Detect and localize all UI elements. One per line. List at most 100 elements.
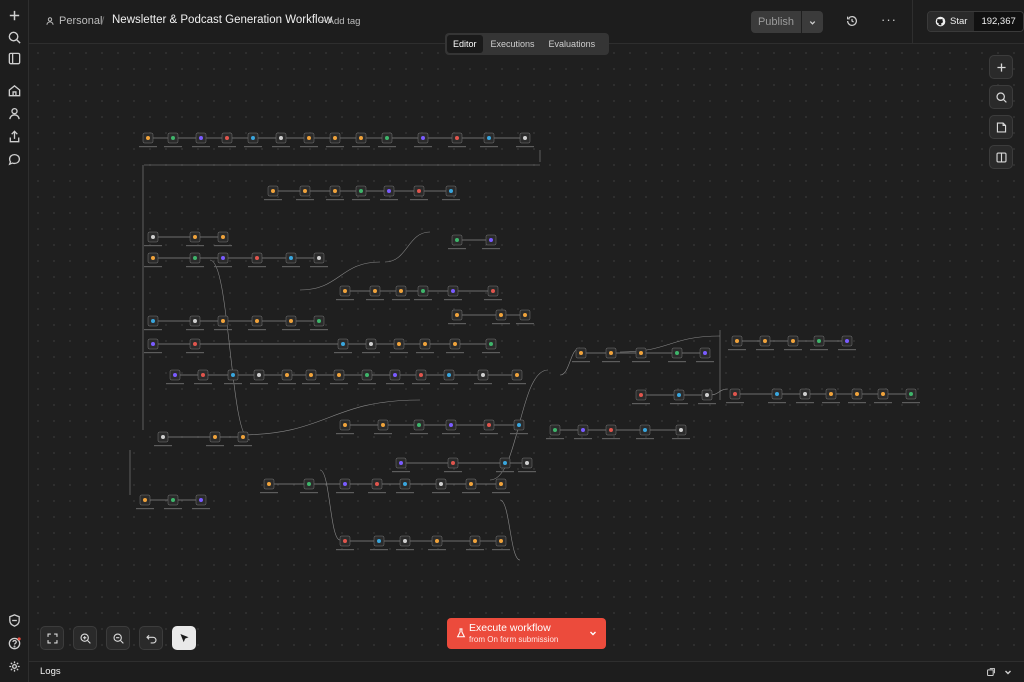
- workflow-node[interactable]: [516, 309, 534, 325]
- add-node-button[interactable]: [989, 55, 1013, 79]
- workflow-node[interactable]: [518, 457, 536, 473]
- workflow-node[interactable]: [602, 347, 620, 363]
- sticky-note-button[interactable]: [989, 115, 1013, 139]
- workflow-node[interactable]: [874, 388, 892, 404]
- workflow-node[interactable]: [668, 347, 686, 363]
- workflow-node[interactable]: [410, 185, 428, 201]
- settings-icon[interactable]: [7, 659, 22, 674]
- workflow-node[interactable]: [412, 369, 430, 385]
- workflow-node[interactable]: [474, 369, 492, 385]
- chat-icon[interactable]: [7, 152, 22, 167]
- workflow-node[interactable]: [336, 285, 354, 301]
- workflow-title[interactable]: Newsletter & Podcast Generation Workflow: [112, 14, 332, 26]
- workflow-node[interactable]: [482, 338, 500, 354]
- workflow-node[interactable]: [756, 335, 774, 351]
- workflow-node[interactable]: [392, 285, 410, 301]
- workflow-node[interactable]: [192, 132, 210, 148]
- zoom-out-button[interactable]: [106, 626, 130, 650]
- tab-editor[interactable]: Editor: [447, 35, 483, 53]
- workflow-node[interactable]: [336, 535, 354, 551]
- search-icon[interactable]: [7, 30, 22, 45]
- publish-dropdown[interactable]: [801, 11, 823, 33]
- workflow-node[interactable]: [282, 252, 300, 268]
- workflow-node[interactable]: [448, 132, 466, 148]
- workflow-node[interactable]: [480, 132, 498, 148]
- chevron-down-icon[interactable]: [588, 628, 598, 638]
- workflow-node[interactable]: [336, 419, 354, 435]
- workflow-node[interactable]: [466, 535, 484, 551]
- workflow-node[interactable]: [366, 285, 384, 301]
- fit-view-button[interactable]: [40, 626, 64, 650]
- workflow-node[interactable]: [326, 132, 344, 148]
- workflow-node[interactable]: [194, 369, 212, 385]
- workflow-node[interactable]: [166, 369, 184, 385]
- workflow-node[interactable]: [442, 185, 460, 201]
- workflow-canvas[interactable]: [30, 45, 1024, 660]
- workflow-node[interactable]: [810, 335, 828, 351]
- workflow-node[interactable]: [334, 338, 352, 354]
- workflow-node[interactable]: [442, 419, 460, 435]
- workflow-node[interactable]: [392, 457, 410, 473]
- workflow-node[interactable]: [164, 132, 182, 148]
- workflow-node[interactable]: [260, 478, 278, 494]
- workflow-node[interactable]: [378, 132, 396, 148]
- workflow-node[interactable]: [796, 388, 814, 404]
- workflow-node[interactable]: [636, 424, 654, 440]
- workflow-node[interactable]: [330, 369, 348, 385]
- workflow-node[interactable]: [310, 315, 328, 331]
- workflow-node[interactable]: [546, 424, 564, 440]
- workflow-node[interactable]: [432, 478, 450, 494]
- workflow-node[interactable]: [602, 424, 620, 440]
- zoom-in-button[interactable]: [73, 626, 97, 650]
- workflow-node[interactable]: [186, 252, 204, 268]
- workflow-node[interactable]: [492, 535, 510, 551]
- workflow-node[interactable]: [244, 132, 262, 148]
- workflow-node[interactable]: [352, 132, 370, 148]
- workflow-node[interactable]: [396, 478, 414, 494]
- workflow-node[interactable]: [414, 285, 432, 301]
- workflow-node[interactable]: [440, 369, 458, 385]
- workflow-node[interactable]: [282, 315, 300, 331]
- workflow-node[interactable]: [516, 132, 534, 148]
- workflow-node[interactable]: [698, 389, 716, 405]
- workflow-node[interactable]: [164, 494, 182, 510]
- popout-icon[interactable]: [986, 667, 996, 677]
- workflow-node[interactable]: [144, 252, 162, 268]
- workflow-node[interactable]: [492, 309, 510, 325]
- workflow-node[interactable]: [414, 132, 432, 148]
- share-icon[interactable]: [7, 129, 22, 144]
- add-tag-button[interactable]: + Add tag: [320, 16, 360, 27]
- workflow-node[interactable]: [838, 335, 856, 351]
- undo-button[interactable]: [139, 626, 163, 650]
- workflow-node[interactable]: [296, 185, 314, 201]
- workflow-node[interactable]: [444, 457, 462, 473]
- workflow-node[interactable]: [144, 231, 162, 247]
- shield-icon[interactable]: [7, 613, 22, 628]
- workflow-node[interactable]: [186, 338, 204, 354]
- workflow-node[interactable]: [572, 347, 590, 363]
- workflow-node[interactable]: [410, 419, 428, 435]
- chevron-down-icon[interactable]: [1003, 667, 1013, 677]
- select-pointer-button[interactable]: [172, 626, 196, 650]
- help-icon[interactable]: [7, 636, 22, 651]
- plus-icon[interactable]: [7, 8, 22, 23]
- workflow-node[interactable]: [784, 335, 802, 351]
- workflow-node[interactable]: [206, 431, 224, 447]
- workflow-node[interactable]: [310, 252, 328, 268]
- workflow-node[interactable]: [462, 478, 480, 494]
- workflow-node[interactable]: [380, 185, 398, 201]
- workflow-node[interactable]: [250, 369, 268, 385]
- workflow-node[interactable]: [248, 315, 266, 331]
- workflow-node[interactable]: [510, 419, 528, 435]
- workflow-node[interactable]: [428, 535, 446, 551]
- workflow-node[interactable]: [186, 231, 204, 247]
- workflow-node[interactable]: [444, 285, 462, 301]
- workflow-node[interactable]: [214, 231, 232, 247]
- workflow-node[interactable]: [336, 478, 354, 494]
- home-icon[interactable]: [7, 83, 22, 98]
- workflow-node[interactable]: [416, 338, 434, 354]
- workflow-node[interactable]: [672, 424, 690, 440]
- logs-panel-bar[interactable]: Logs: [29, 661, 1024, 682]
- workflow-node[interactable]: [234, 431, 252, 447]
- workflow-node[interactable]: [300, 478, 318, 494]
